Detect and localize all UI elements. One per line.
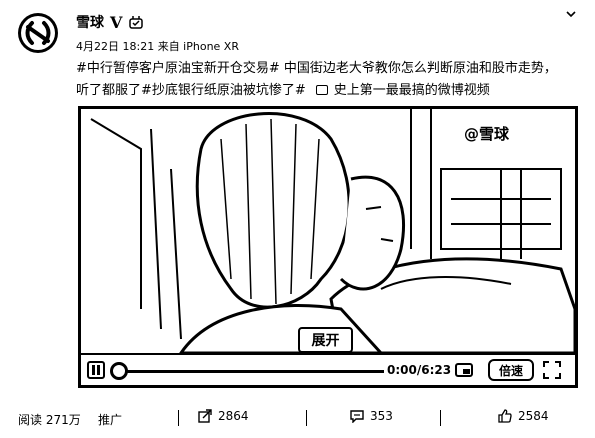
promote-link[interactable]: 推广 — [98, 411, 122, 428]
video-time: 0:00/6:23 — [387, 363, 452, 377]
comment-button[interactable]: 353 — [350, 409, 393, 423]
member-badge-icon[interactable] — [128, 14, 144, 30]
video-frame — [81, 109, 575, 353]
username[interactable]: 雪球 — [76, 12, 104, 32]
avatar[interactable] — [18, 13, 58, 53]
picture-in-picture-icon[interactable] — [455, 361, 473, 379]
video-watermark: @雪球 — [464, 125, 510, 143]
read-count: 阅读 271万 — [18, 413, 81, 427]
divider — [440, 410, 441, 426]
verified-badge: V — [110, 12, 123, 32]
share-button[interactable]: 2864 — [198, 409, 249, 423]
divider — [306, 410, 307, 426]
post-text: #中行暂停客户原油宝新开仓交易# 中国街边老大爷教你怎么判断原油和股市走势，听了… — [76, 58, 566, 102]
chevron-down-icon[interactable] — [565, 8, 577, 20]
share-count: 2864 — [218, 409, 249, 423]
progress-bar[interactable] — [119, 370, 384, 373]
thumbs-up-icon — [498, 409, 512, 423]
like-count: 2584 — [518, 409, 549, 423]
comment-icon — [350, 410, 364, 423]
share-icon — [198, 409, 212, 423]
post-meta: 4月22日 18:21 来自 iPhone XR — [76, 40, 239, 53]
video-link[interactable]: 史上第一最最搞的微博视频 — [334, 83, 490, 98]
comment-count: 353 — [370, 409, 393, 423]
fullscreen-icon[interactable] — [543, 361, 561, 379]
expand-button[interactable]: 展开 — [298, 327, 353, 353]
playback-speed-button[interactable]: 倍速 — [488, 359, 534, 381]
pause-icon[interactable] — [87, 361, 105, 379]
video-controls: 0:00/6:23 倍速 — [81, 353, 575, 385]
snowball-logo-icon — [21, 16, 55, 50]
post-footer: 阅读 271万 推广 2864 353 2584 — [0, 404, 595, 432]
divider — [178, 410, 179, 426]
video-link-icon — [315, 85, 328, 95]
like-button[interactable]: 2584 — [498, 409, 549, 423]
video-player[interactable]: @雪球 展开 0:00/6:23 倍速 — [78, 106, 578, 388]
progress-knob[interactable] — [110, 362, 128, 380]
username-row: 雪球 V — [76, 12, 144, 32]
